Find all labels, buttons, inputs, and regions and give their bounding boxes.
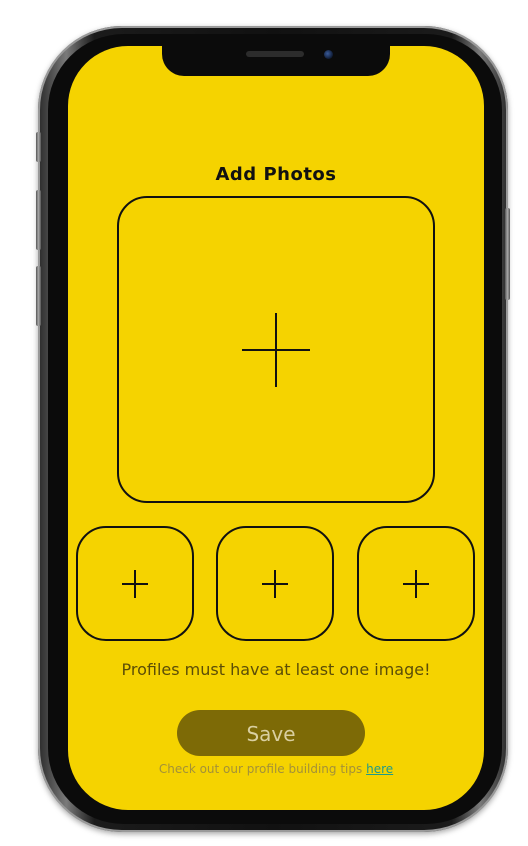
plus-icon (262, 569, 288, 598)
plus-icon (242, 312, 310, 387)
camera-icon (324, 50, 333, 59)
page-title: Add Photos (215, 164, 337, 185)
notch (162, 46, 390, 76)
stage: Add Photos Profiles must have at least o… (0, 0, 528, 846)
plus-icon (122, 569, 148, 598)
side-button-volume-down (36, 266, 41, 326)
tips-link[interactable]: here (366, 762, 393, 776)
app-screen: Add Photos Profiles must have at least o… (68, 46, 484, 810)
photo-slot-2[interactable] (76, 526, 194, 641)
photo-slot-main[interactable] (117, 196, 435, 503)
photo-requirement-notice: Profiles must have at least one image! (121, 660, 431, 679)
plus-icon (403, 569, 429, 598)
photo-slot-4[interactable] (357, 526, 475, 641)
side-button-silent (36, 132, 41, 162)
photo-slot-3[interactable] (216, 526, 334, 641)
save-button[interactable]: Save (177, 710, 365, 756)
speaker-icon (246, 51, 304, 57)
tips-text: Check out our profile building tips here (68, 762, 484, 776)
side-button-power (505, 208, 510, 300)
tips-label: Check out our profile building tips (158, 762, 363, 776)
side-button-volume-up (36, 190, 41, 250)
